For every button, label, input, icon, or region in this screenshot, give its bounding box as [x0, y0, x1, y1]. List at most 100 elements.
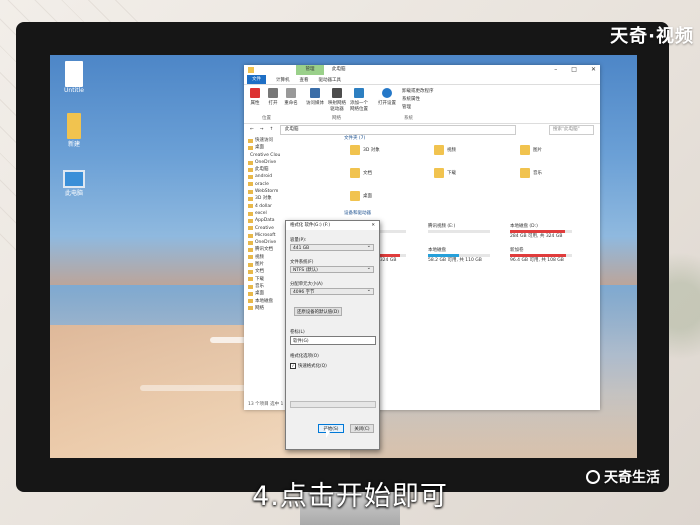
system-properties-link[interactable]: 系统属性: [402, 96, 434, 104]
nav-item-label: 音乐: [255, 283, 264, 289]
capacity-select[interactable]: 441 GB: [290, 243, 374, 251]
nav-item[interactable]: Microsoft: [248, 232, 280, 239]
tab-file[interactable]: 文件: [247, 75, 266, 84]
logo-icon: [586, 470, 600, 484]
manage-link[interactable]: 管理: [402, 104, 434, 112]
tab-manage[interactable]: 管理: [296, 65, 324, 75]
desktop-icon-computer[interactable]: 此电脑: [54, 170, 94, 197]
desktop-icon-folder[interactable]: 新建: [54, 113, 94, 148]
close-button[interactable]: 关闭(C): [350, 424, 374, 433]
close-icon[interactable]: ✕: [591, 65, 596, 75]
window-title: 此电脑: [332, 67, 346, 72]
desktop-icon-file[interactable]: Untitle: [54, 61, 94, 94]
dialog-title: 格式化 软件(G:) (F:): [290, 223, 331, 228]
nav-item[interactable]: 4 dollar: [248, 203, 280, 210]
nav-item[interactable]: android: [248, 173, 280, 180]
folder-icon: [350, 191, 360, 201]
checkbox-checked-icon[interactable]: ✓: [290, 363, 296, 369]
folder-item[interactable]: 视频: [434, 145, 456, 155]
folder-label: 视频: [447, 148, 456, 153]
maximize-icon[interactable]: □: [571, 65, 577, 75]
forward-icon[interactable]: →: [260, 127, 264, 132]
network-location-icon: [354, 88, 364, 98]
rename-button[interactable]: 重命名: [280, 88, 302, 106]
access-media-button[interactable]: 访问媒体: [304, 88, 326, 106]
dialog-title-bar: 格式化 软件(G:) (F:) ✕: [286, 221, 379, 230]
start-button[interactable]: 开始(S): [318, 424, 344, 433]
nav-item[interactable]: WebStorm: [248, 188, 280, 195]
tab-computer[interactable]: 计算机: [276, 77, 290, 83]
folder-item[interactable]: 下载: [434, 168, 456, 178]
nav-item[interactable]: Creative Cloud Files: [248, 152, 280, 159]
up-icon[interactable]: ↑: [270, 127, 274, 132]
search-input[interactable]: 搜索"此电脑": [549, 125, 594, 135]
tab-view[interactable]: 查看: [300, 77, 309, 83]
folder-item[interactable]: 图片: [520, 145, 542, 155]
folder-item[interactable]: 3D 对象: [350, 145, 380, 155]
folder-icon: [248, 233, 253, 238]
back-icon[interactable]: ←: [250, 127, 254, 132]
folder-item[interactable]: 音乐: [520, 168, 542, 178]
uninstall-link[interactable]: 卸载或更改程序: [402, 88, 434, 96]
restore-defaults-button[interactable]: 还原设备的默认值(D): [294, 307, 342, 316]
devices-header[interactable]: 设备和驱动器: [344, 210, 371, 216]
nav-item-label: excel: [255, 210, 267, 216]
nav-item-label: 下载: [255, 276, 264, 282]
minimize-icon[interactable]: –: [554, 65, 557, 75]
folder-icon: [248, 204, 253, 209]
address-bar[interactable]: 此电脑: [280, 125, 516, 135]
tab-drive-tools[interactable]: 驱动器工具: [319, 77, 342, 83]
quick-format-checkbox[interactable]: ✓ 快速格式化(Q): [290, 363, 327, 369]
folder-label: 图片: [533, 148, 542, 153]
nav-item-label: 本地磁盘: [255, 298, 273, 304]
nav-item[interactable]: 桌面: [248, 290, 280, 297]
nav-item[interactable]: OneDrive: [248, 159, 280, 166]
nav-item-label: OneDrive: [255, 159, 277, 165]
ribbon-tabs: 文件 计算机 查看 驱动器工具: [244, 75, 600, 84]
nav-item[interactable]: 视频: [248, 254, 280, 261]
group-label-network: 网络: [332, 116, 341, 121]
close-icon[interactable]: ✕: [371, 221, 375, 230]
map-network-drive-button[interactable]: 映射网络驱动器: [326, 88, 348, 112]
drive-item[interactable]: 本地磁盘 (D:) 284 GB 可用, 共 324 GB: [510, 223, 572, 239]
nav-item[interactable]: 下载: [248, 276, 280, 283]
nav-item[interactable]: 此电脑: [248, 166, 280, 173]
drive-item[interactable]: 本地磁盘 58.2 GB 可用, 共 110 GB: [428, 247, 490, 263]
nav-item[interactable]: AppData: [248, 217, 280, 224]
folder-label: 3D 对象: [363, 148, 380, 153]
nav-item[interactable]: 音乐: [248, 283, 280, 290]
nav-item-label: Creative Cloud Files: [250, 152, 280, 158]
nav-item[interactable]: OneDrive: [248, 239, 280, 246]
system-links: 卸载或更改程序 系统属性 管理: [402, 88, 434, 112]
nav-item[interactable]: Creative: [248, 225, 280, 232]
folder-icon: [248, 67, 254, 73]
add-network-location-button[interactable]: 添加一个网络位置: [348, 88, 370, 112]
nav-item[interactable]: 桌面: [248, 144, 280, 151]
nav-item[interactable]: 图片: [248, 261, 280, 268]
nav-item-label: 4 dollar: [255, 203, 273, 209]
folder-icon: [248, 255, 253, 260]
nav-item[interactable]: 腾讯文档: [248, 246, 280, 253]
gear-icon: [382, 88, 392, 98]
open-settings-button[interactable]: 打开设置: [376, 88, 398, 106]
folder-icon: [248, 167, 253, 172]
nav-item[interactable]: 快速访问: [248, 137, 280, 144]
nav-item[interactable]: 网络: [248, 305, 280, 312]
nav-item[interactable]: 文档: [248, 268, 280, 275]
nav-item[interactable]: 本地磁盘: [248, 298, 280, 305]
volume-label-input[interactable]: 软件(G): [290, 336, 376, 345]
drive-item[interactable]: 新加卷 96.4 GB 可用, 共 108 GB: [510, 247, 572, 263]
folders-header[interactable]: 文件夹 (7): [344, 135, 365, 141]
folder-icon: [248, 262, 253, 267]
drive-item[interactable]: 腾讯视频 (E:): [428, 223, 490, 233]
allocation-size-select[interactable]: 4096 字节: [290, 287, 374, 295]
computer-icon: [63, 170, 85, 188]
nav-item-label: 文档: [255, 269, 264, 275]
file-system-select[interactable]: NTFS (默认): [290, 265, 374, 273]
drive-info: 96.4 GB 可用, 共 108 GB: [510, 258, 564, 263]
folder-item[interactable]: 文档: [350, 168, 372, 178]
nav-item[interactable]: excel: [248, 210, 280, 217]
nav-item[interactable]: 3D 对象: [248, 195, 280, 202]
folder-item[interactable]: 桌面: [350, 191, 372, 201]
nav-item[interactable]: oracle: [248, 181, 280, 188]
